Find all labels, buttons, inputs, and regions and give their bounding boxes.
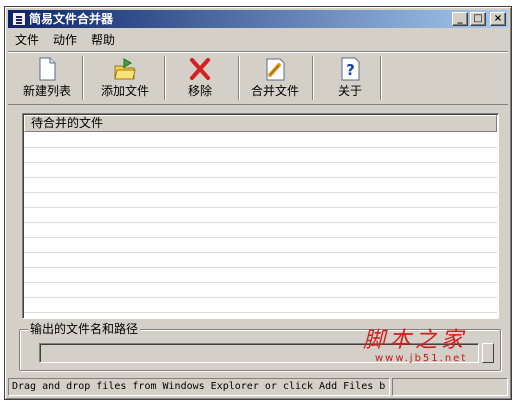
remove-label: 移除 [187,84,212,98]
menu-bar: 文件 动作 帮助 [8,30,122,50]
output-path-field[interactable] [39,343,479,363]
output-groupbox: 输出的文件名和路径 [19,322,501,371]
about-label: 关于 [337,84,362,98]
status-text: Drag and drop files from Windows Explore… [8,378,390,396]
maximize-button[interactable]: □ [470,12,486,26]
status-pane-secondary [392,378,508,396]
help-about-icon: ? [341,57,360,81]
minimize-button[interactable]: _ [452,12,468,26]
new-document-icon [39,57,56,81]
toolbar: 新建列表 添加文件 移除 合并文件 ? 关于 [8,51,508,105]
toolbar-separator [238,56,240,100]
add-folder-icon [114,58,136,80]
output-group-label: 输出的文件名和路径 [28,322,141,336]
toolbar-separator [312,56,314,100]
close-button[interactable]: × [490,12,506,26]
add-files-button[interactable]: 添加文件 [92,55,158,103]
title-bar[interactable]: 简易文件合并器 _ □ × [8,10,508,28]
status-bar: Drag and drop files from Windows Explore… [8,377,508,397]
browse-button[interactable] [482,343,494,363]
merge-files-label: 合并文件 [250,84,299,98]
app-icon[interactable] [12,12,26,26]
merge-files-button[interactable]: 合并文件 [244,55,306,103]
about-button[interactable]: ? 关于 [326,55,374,103]
list-column-header[interactable]: 待合并的文件 [24,115,497,132]
window-controls: _ □ × [452,12,506,26]
new-list-label: 新建列表 [22,84,71,98]
remove-button[interactable]: 移除 [176,55,224,103]
main-window: 简易文件合并器 _ □ × 文件 动作 帮助 新建列表 添加文件 移除 合并文件… [4,6,512,400]
toolbar-separator [380,56,382,100]
add-files-label: 添加文件 [100,84,149,98]
menu-help[interactable]: 帮助 [84,30,122,50]
svg-text:?: ? [346,61,355,79]
list-body[interactable] [24,133,497,317]
remove-x-icon [190,58,210,80]
files-to-merge-list[interactable]: 待合并的文件 [22,113,499,319]
merge-files-icon [266,58,285,81]
window-title: 简易文件合并器 [29,12,114,26]
new-list-button[interactable]: 新建列表 [16,55,78,103]
toolbar-separator [82,56,84,100]
menu-file[interactable]: 文件 [8,30,46,50]
menu-action[interactable]: 动作 [46,30,84,50]
toolbar-separator [164,56,166,100]
